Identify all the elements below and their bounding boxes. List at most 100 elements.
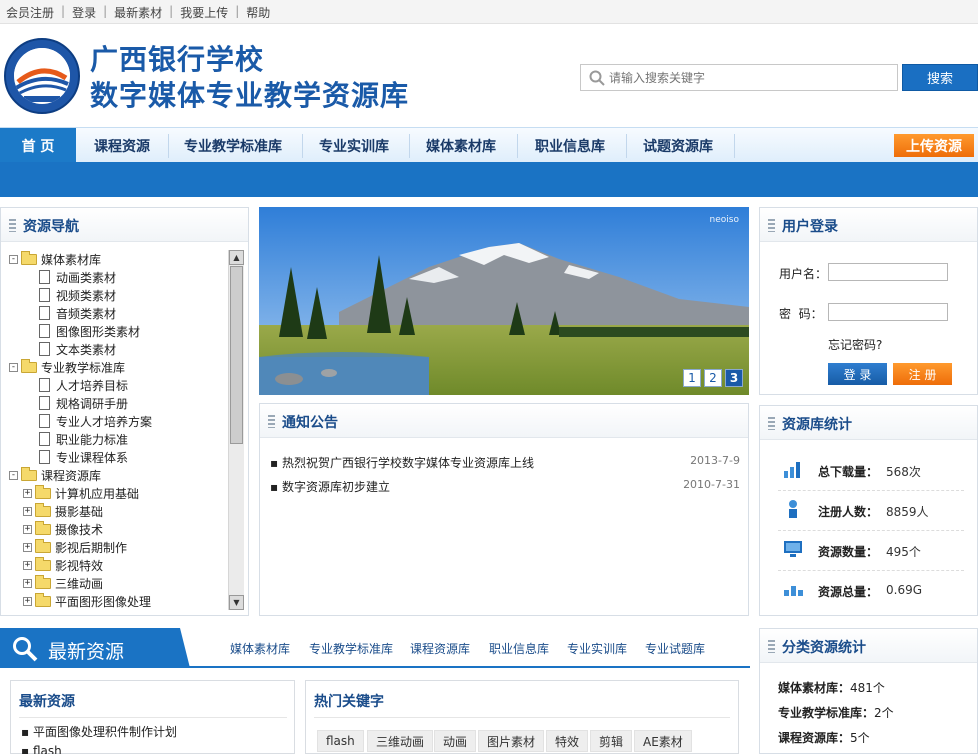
tree-folder-item[interactable]: + 影视后期制作	[23, 538, 127, 556]
tree-folder-item[interactable]: + 摄像技术	[23, 520, 103, 538]
nav-teaching-standards[interactable]: 专业教学标准库	[184, 128, 282, 163]
tree-leaf-item[interactable]: 人才培养目标	[39, 376, 128, 394]
scroll-down-icon[interactable]: ▼	[229, 595, 244, 610]
tree-item-label[interactable]: 专业人才培养方案	[56, 413, 152, 430]
tree-item-label[interactable]: 影视特效	[55, 557, 103, 574]
notice-text[interactable]: ▪ 数字资源库初步建立	[270, 478, 390, 495]
tree-item-label[interactable]: 动画类素材	[56, 269, 116, 286]
collapse-icon[interactable]: -	[9, 362, 18, 372]
tree-item-label[interactable]: 摄影基础	[55, 503, 103, 520]
notice-text[interactable]: ▪ 热烈祝贺广西银行学校数字媒体专业资源库上线	[270, 454, 534, 471]
tree-leaf-item[interactable]: 规格调研手册	[39, 394, 128, 412]
expand-icon[interactable]: +	[23, 578, 32, 588]
latest-item[interactable]: ▪ flash	[21, 744, 62, 754]
tree-leaf-item[interactable]: 视频类素材	[39, 286, 116, 304]
tree-folder-item[interactable]: - 课程资源库	[9, 466, 101, 484]
tree-item-label[interactable]: 媒体素材库	[41, 251, 101, 268]
banner-page-3[interactable]: 3	[725, 369, 743, 387]
login-button[interactable]: 登 录	[828, 363, 887, 385]
forgot-password-link[interactable]: 忘记密码?	[828, 336, 882, 353]
tree-folder-item[interactable]: + 计算机应用基础	[23, 484, 139, 502]
keyword-tag[interactable]: AE素材	[634, 730, 692, 752]
category-link[interactable]: 课程资源库	[410, 640, 470, 657]
search-button[interactable]: 搜索	[902, 64, 978, 91]
tree-item-label[interactable]: 三维动画	[55, 575, 103, 592]
tree-item-label[interactable]: 规格调研手册	[56, 395, 128, 412]
scroll-up-icon[interactable]: ▲	[229, 250, 244, 265]
tree-item-label[interactable]: 摄像技术	[55, 521, 103, 538]
tree-item-label[interactable]: 平面图形图像处理	[55, 593, 151, 610]
notice-item[interactable]: ▪ 热烈祝贺广西银行学校数字媒体专业资源库上线 2013-7-9	[270, 450, 740, 474]
username-input[interactable]	[828, 263, 948, 281]
tree-item-label[interactable]: 计算机应用基础	[55, 485, 139, 502]
nav-career-info[interactable]: 职业信息库	[535, 128, 605, 163]
tree-item-label[interactable]: 图像图形类素材	[56, 323, 140, 340]
category-stat-media: 媒体素材库：481个	[778, 679, 885, 696]
upload-resource-button[interactable]: 上传资源	[894, 134, 974, 157]
keyword-tag[interactable]: 剪辑	[590, 730, 633, 752]
nav-practical-training[interactable]: 专业实训库	[319, 128, 389, 163]
tree-scrollbar[interactable]: ▲ ▼	[228, 250, 244, 610]
keyword-tag[interactable]: 特效	[546, 730, 589, 752]
tree-leaf-item[interactable]: 专业人才培养方案	[39, 412, 152, 430]
tree-folder-item[interactable]: - 专业教学标准库	[9, 358, 125, 376]
collapse-icon[interactable]: -	[9, 254, 18, 264]
keyword-tag[interactable]: 三维动画	[367, 730, 434, 752]
tree-leaf-item[interactable]: 专业课程体系	[39, 448, 128, 466]
password-input[interactable]	[828, 303, 948, 321]
keyword-tag[interactable]: flash	[317, 730, 364, 752]
tree-item-label[interactable]: 专业教学标准库	[41, 359, 125, 376]
tree-leaf-item[interactable]: 动画类素材	[39, 268, 116, 286]
expand-icon[interactable]: +	[23, 596, 32, 606]
tree-item-label[interactable]: 影视后期制作	[55, 539, 127, 556]
expand-icon[interactable]: +	[23, 560, 32, 570]
banner-page-2[interactable]: 2	[704, 369, 722, 387]
stat-label: 资源数量：	[818, 545, 879, 559]
expand-icon[interactable]: +	[23, 488, 32, 498]
search-input[interactable]	[609, 68, 889, 88]
category-link[interactable]: 专业实训库	[567, 640, 627, 657]
tree-item-label[interactable]: 人才培养目标	[56, 377, 128, 394]
tree-leaf-item[interactable]: 图像图形类素材	[39, 322, 140, 340]
notice-item[interactable]: ▪ 数字资源库初步建立 2010-7-31	[270, 474, 740, 498]
tree-leaf-item[interactable]: 文本类素材	[39, 340, 116, 358]
nav-exam-library[interactable]: 试题资源库	[643, 128, 713, 163]
tree-item-label[interactable]: 文本类素材	[56, 341, 116, 358]
login-link[interactable]: 登录	[72, 4, 96, 21]
nav-media-library[interactable]: 媒体素材库	[426, 128, 496, 163]
tree-leaf-item[interactable]: 职业能力标准	[39, 430, 128, 448]
tree-folder-item[interactable]: + 摄影基础	[23, 502, 103, 520]
tree-leaf-item[interactable]: 音频类素材	[39, 304, 116, 322]
help-link[interactable]: 帮助	[246, 4, 270, 21]
upload-link[interactable]: 我要上传	[180, 4, 228, 21]
register-button[interactable]: 注 册	[893, 363, 952, 385]
banner-page-1[interactable]: 1	[683, 369, 701, 387]
nav-course-resources[interactable]: 课程资源	[94, 128, 150, 163]
nav-home[interactable]: 首 页	[0, 128, 76, 163]
collapse-icon[interactable]: -	[9, 470, 18, 480]
expand-icon[interactable]: +	[23, 506, 32, 516]
category-link[interactable]: 专业教学标准库	[309, 640, 393, 657]
tree-folder-item[interactable]: + 影视特效	[23, 556, 103, 574]
tree-folder-item[interactable]: + 平面图形图像处理	[23, 592, 151, 610]
register-link[interactable]: 会员注册	[6, 4, 54, 21]
tree-item-label[interactable]: 专业课程体系	[56, 449, 128, 466]
keyword-tag[interactable]: 动画	[434, 730, 477, 752]
latest-item[interactable]: ▪ 平面图像处理积件制作计划	[21, 723, 177, 740]
tree-item-label[interactable]: 音频类素材	[56, 305, 116, 322]
tree-item-label[interactable]: 职业能力标准	[56, 431, 128, 448]
tree-item-label[interactable]: 视频类素材	[56, 287, 116, 304]
tree-folder-item[interactable]: + 三维动画	[23, 574, 103, 592]
scroll-thumb[interactable]	[230, 266, 243, 444]
tree-folder-item[interactable]: - 媒体素材库	[9, 250, 101, 268]
keyword-tag[interactable]: 图片素材	[478, 730, 545, 752]
tree-item-label[interactable]: 课程资源库	[41, 467, 101, 484]
banner-slideshow[interactable]: neoiso 1 2 3	[259, 207, 749, 395]
category-link[interactable]: 专业试题库	[645, 640, 705, 657]
stat-resource-count: 资源数量： 495个	[778, 531, 964, 571]
expand-icon[interactable]: +	[23, 542, 32, 552]
latest-material-link[interactable]: 最新素材	[114, 4, 162, 21]
category-link[interactable]: 职业信息库	[489, 640, 549, 657]
category-link[interactable]: 媒体素材库	[230, 640, 290, 657]
expand-icon[interactable]: +	[23, 524, 32, 534]
